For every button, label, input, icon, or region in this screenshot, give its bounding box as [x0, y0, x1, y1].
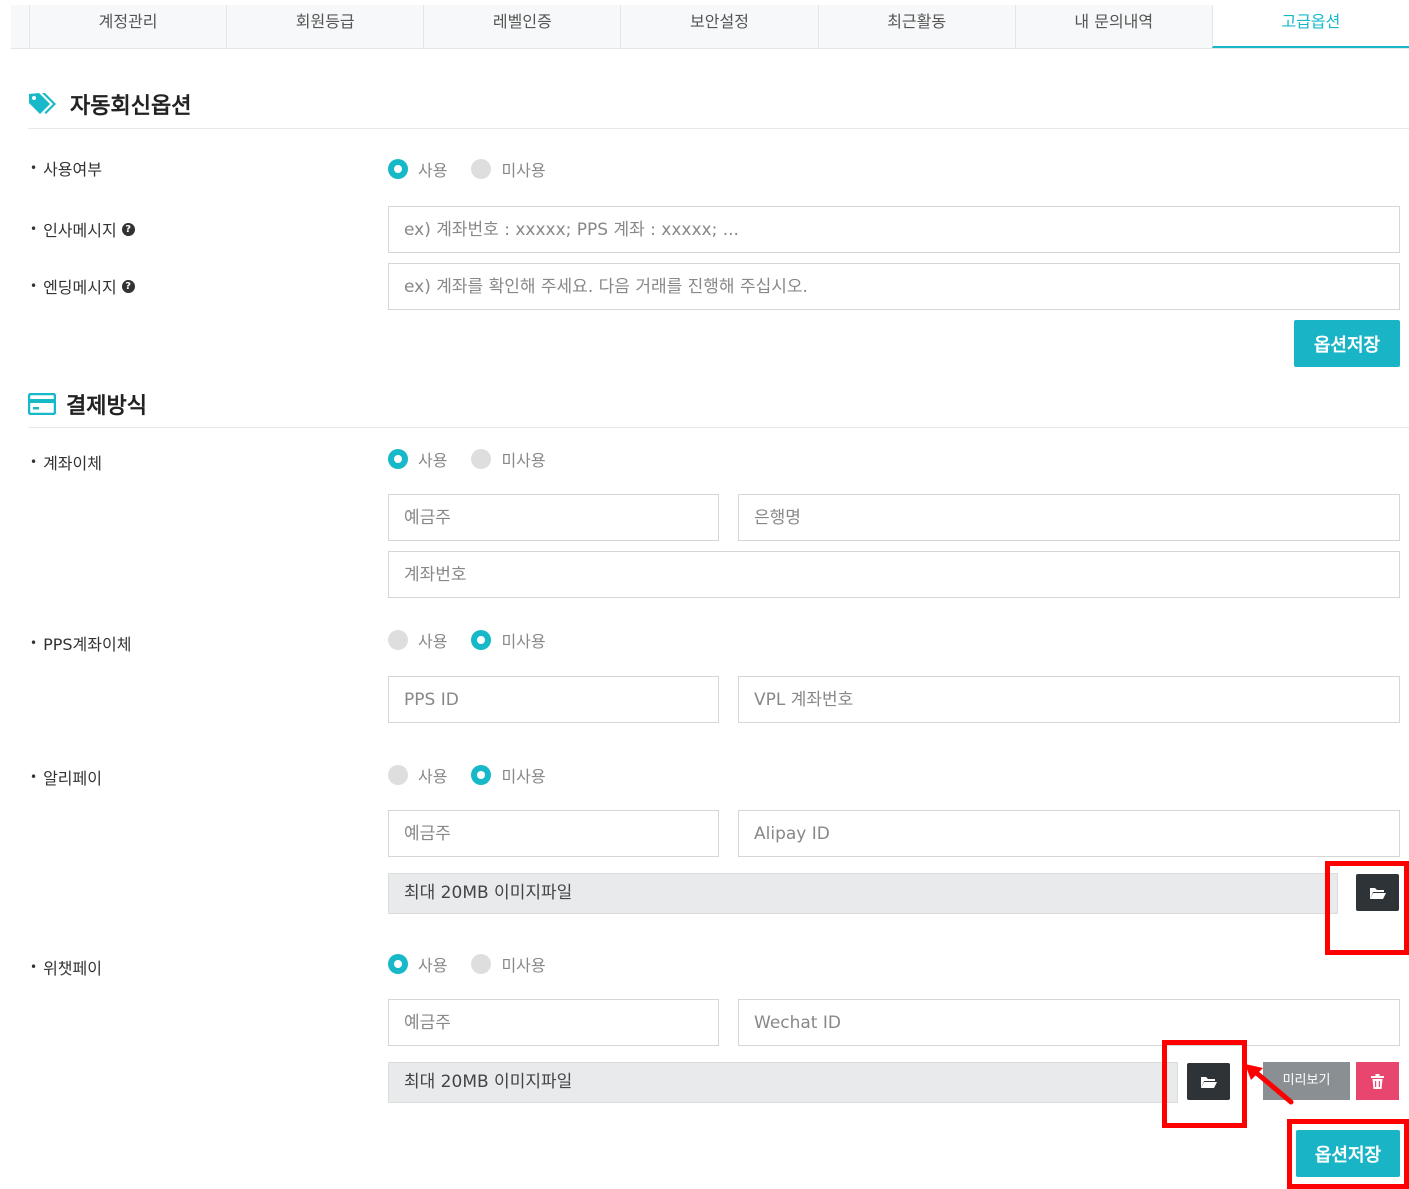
- radio-dot: [388, 159, 408, 179]
- radio-dot: [388, 765, 408, 785]
- tab-level-verification[interactable]: 레벨인증: [423, 5, 620, 48]
- bank-transfer-radios: 사용 미사용: [388, 447, 570, 471]
- wechat-radios: 사용 미사용: [388, 952, 570, 976]
- pps-use-radio[interactable]: 사용: [388, 628, 447, 652]
- alipay-label-text: 알리페이: [43, 769, 102, 788]
- payment-title: 결제방식: [66, 394, 147, 419]
- highlight-box: [1287, 1119, 1409, 1189]
- help-icon[interactable]: ?: [121, 279, 135, 293]
- greeting-label: • 인사메시지?: [30, 217, 135, 241]
- divider: [28, 128, 1409, 129]
- bank-holder-input[interactable]: [388, 494, 719, 541]
- auto-reply-usage-radios: 사용 미사용: [388, 157, 570, 181]
- alipay-nouse-radio[interactable]: 미사용: [471, 763, 546, 787]
- pps-label: • PPS계좌이체: [30, 631, 131, 655]
- alipay-file-field[interactable]: 최대 20MB 이미지파일: [388, 873, 1338, 914]
- radio-label: 미사용: [501, 956, 546, 975]
- trash-icon: [1371, 1073, 1384, 1089]
- wechat-delete-button[interactable]: [1356, 1062, 1399, 1100]
- radio-label: 사용: [418, 632, 448, 651]
- auto-reply-nouse-radio[interactable]: 미사용: [471, 157, 546, 181]
- alipay-label: • 알리페이: [30, 765, 102, 789]
- bank-transfer-label: • 계좌이체: [30, 450, 102, 474]
- tab-security[interactable]: 보안설정: [620, 5, 817, 48]
- wechat-holder-input[interactable]: [388, 999, 719, 1046]
- tab-membership[interactable]: 회원등급: [226, 5, 423, 48]
- ending-label: • 엔딩메시지?: [30, 274, 135, 298]
- help-icon[interactable]: ?: [121, 222, 135, 236]
- bank-account-input[interactable]: [388, 551, 1400, 598]
- bank-name-input[interactable]: [738, 494, 1400, 541]
- highlight-box: [1162, 1040, 1247, 1128]
- pps-label-text: PPS계좌이체: [43, 635, 132, 654]
- ending-label-text: 엔딩메시지: [43, 278, 117, 297]
- wechat-id-input[interactable]: [738, 999, 1400, 1046]
- radio-label: 사용: [418, 161, 448, 180]
- auto-reply-save-button[interactable]: 옵션저장: [1294, 320, 1400, 367]
- greeting-message-input[interactable]: [388, 206, 1400, 253]
- alipay-holder-input[interactable]: [388, 810, 719, 857]
- radio-dot: [388, 954, 408, 974]
- tab-account[interactable]: 계정관리: [29, 5, 226, 48]
- tab-advanced-options[interactable]: 고급옵션: [1211, 5, 1409, 48]
- radio-label: 사용: [418, 451, 448, 470]
- radio-label: 미사용: [501, 767, 546, 786]
- radio-dot: [471, 630, 492, 650]
- bank-use-radio[interactable]: 사용: [388, 447, 447, 471]
- bank-nouse-radio[interactable]: 미사용: [471, 447, 546, 471]
- tag-icon: [28, 91, 60, 117]
- vpl-account-input[interactable]: [738, 676, 1400, 723]
- radio-dot: [388, 630, 408, 650]
- radio-label: 사용: [418, 767, 448, 786]
- arrow-annotation-icon: [1245, 1064, 1294, 1105]
- radio-label: 미사용: [501, 451, 546, 470]
- tab-my-inquiries[interactable]: 내 문의내역: [1014, 5, 1212, 48]
- radio-dot: [471, 765, 492, 785]
- radio-dot: [471, 954, 492, 974]
- payment-header: 결제방식: [28, 388, 147, 420]
- auto-reply-title: 자동회신옵션: [70, 94, 192, 119]
- pps-radios: 사용 미사용: [388, 628, 570, 652]
- pps-id-input[interactable]: [388, 676, 719, 723]
- greeting-label-text: 인사메시지: [43, 221, 117, 240]
- radio-label: 미사용: [501, 161, 546, 180]
- alipay-use-radio[interactable]: 사용: [388, 763, 447, 787]
- highlight-box: [1325, 861, 1409, 955]
- alipay-id-input[interactable]: [738, 810, 1400, 857]
- wechat-file-field[interactable]: 최대 20MB 이미지파일: [388, 1062, 1178, 1103]
- alipay-radios: 사용 미사용: [388, 763, 570, 787]
- radio-dot: [471, 449, 492, 469]
- wechat-label-text: 위챗페이: [43, 959, 102, 978]
- radio-dot: [388, 449, 408, 469]
- wechat-label: • 위챗페이: [30, 955, 102, 979]
- radio-dot: [471, 159, 492, 179]
- radio-label: 사용: [418, 956, 448, 975]
- auto-reply-use-radio[interactable]: 사용: [388, 157, 447, 181]
- wechat-nouse-radio[interactable]: 미사용: [471, 952, 546, 976]
- tab-bar: 계정관리 회원등급 레벨인증 보안설정 최근활동 내 문의내역 고급옵션: [11, 5, 1409, 49]
- divider: [28, 427, 1409, 428]
- tab-recent-activity[interactable]: 최근활동: [817, 5, 1015, 48]
- radio-label: 미사용: [501, 632, 546, 651]
- pps-nouse-radio[interactable]: 미사용: [471, 628, 546, 652]
- credit-card-icon: [28, 393, 56, 415]
- wechat-use-radio[interactable]: 사용: [388, 952, 447, 976]
- ending-message-input[interactable]: [388, 263, 1400, 310]
- bank-transfer-label-text: 계좌이체: [43, 454, 102, 473]
- auto-reply-header: 자동회신옵션: [28, 88, 191, 120]
- usage-label: • 사용여부: [30, 156, 102, 180]
- usage-label-text: 사용여부: [43, 160, 102, 179]
